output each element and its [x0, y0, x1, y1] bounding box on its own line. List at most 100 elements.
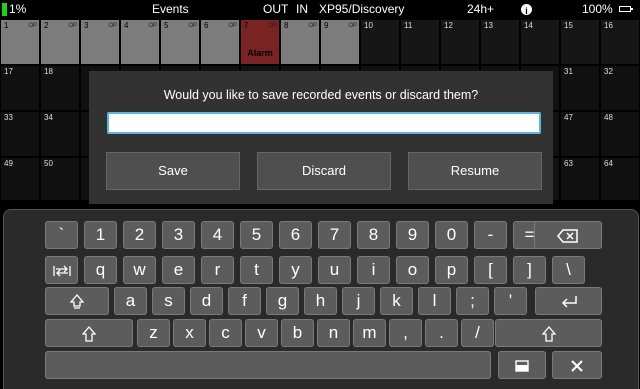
key-m[interactable]: m: [353, 319, 386, 347]
key-\[interactable]: \: [552, 256, 585, 284]
zone-number: 3: [84, 21, 89, 30]
key-a[interactable]: a: [114, 287, 147, 315]
key-b[interactable]: b: [281, 319, 314, 347]
key-u[interactable]: u: [318, 256, 351, 284]
key-k[interactable]: k: [380, 287, 413, 315]
zone-cell-alarm[interactable]: 7 OP Alarm: [240, 19, 280, 65]
key-7[interactable]: 7: [318, 221, 351, 249]
zone-cell[interactable]: 18: [40, 65, 80, 111]
zone-cell[interactable]: 12: [440, 19, 480, 65]
key-3[interactable]: 3: [162, 221, 195, 249]
key-1[interactable]: 1: [84, 221, 117, 249]
zone-cell[interactable]: 5 OP: [160, 19, 200, 65]
key-v[interactable]: v: [245, 319, 278, 347]
key-0[interactable]: 0: [435, 221, 468, 249]
key-g[interactable]: g: [266, 287, 299, 315]
resume-button[interactable]: Resume: [408, 152, 542, 190]
zone-cell[interactable]: 64: [600, 157, 640, 201]
key-r[interactable]: r: [201, 256, 234, 284]
zone-cell[interactable]: 11: [400, 19, 440, 65]
key-f[interactable]: f: [228, 287, 261, 315]
key-2[interactable]: 2: [123, 221, 156, 249]
dialog-text-input[interactable]: [107, 112, 541, 134]
key-[[interactable]: [: [474, 256, 507, 284]
enter-key[interactable]: [535, 287, 602, 315]
zone-cell[interactable]: 33: [0, 111, 40, 157]
key-e[interactable]: e: [162, 256, 195, 284]
backspace-key[interactable]: [534, 221, 602, 249]
zone-cell[interactable]: 8 OP: [280, 19, 320, 65]
caps-key[interactable]: [45, 287, 109, 315]
zone-number: 18: [44, 67, 53, 76]
key-i[interactable]: i: [357, 256, 390, 284]
key-h[interactable]: h: [304, 287, 337, 315]
tab-key[interactable]: [45, 256, 78, 284]
shift-icon: [81, 323, 97, 342]
out-label: OUT: [263, 2, 289, 16]
shift-key[interactable]: [45, 319, 133, 347]
zone-cell[interactable]: 1 OP: [0, 19, 40, 65]
key-5[interactable]: 5: [240, 221, 273, 249]
key-q[interactable]: q: [84, 256, 117, 284]
zone-cell[interactable]: 9 OP: [320, 19, 360, 65]
hide-keyboard-key[interactable]: [498, 351, 546, 379]
key-;[interactable]: ;: [456, 287, 489, 315]
key-8[interactable]: 8: [357, 221, 390, 249]
zone-number: 49: [4, 159, 13, 168]
key-j[interactable]: j: [342, 287, 375, 315]
save-button[interactable]: Save: [106, 152, 240, 190]
save-events-dialog: Would you like to save recorded events o…: [89, 71, 553, 204]
key--[interactable]: -: [474, 221, 507, 249]
zone-cell[interactable]: 3 OP: [80, 19, 120, 65]
zone-cell[interactable]: 15: [560, 19, 600, 65]
zone-number: 6: [204, 21, 209, 30]
op-label: OP: [228, 23, 237, 29]
zone-cell[interactable]: 14: [520, 19, 560, 65]
time-range: 24h+: [467, 2, 495, 16]
key-t[interactable]: t: [240, 256, 273, 284]
discard-button[interactable]: Discard: [257, 152, 391, 190]
zone-cell[interactable]: 4 OP: [120, 19, 160, 65]
info-icon[interactable]: i: [521, 4, 532, 16]
zone-cell[interactable]: 10: [360, 19, 400, 65]
key-d[interactable]: d: [190, 287, 223, 315]
close-key[interactable]: [552, 351, 602, 379]
key-x[interactable]: x: [173, 319, 206, 347]
zone-cell[interactable]: 34: [40, 111, 80, 157]
zone-cell[interactable]: 17: [0, 65, 40, 111]
key-c[interactable]: c: [209, 319, 242, 347]
key-.[interactable]: .: [425, 319, 458, 347]
zone-cell[interactable]: 50: [40, 157, 80, 201]
zone-cell[interactable]: 31: [560, 65, 600, 111]
zone-number: 12: [444, 21, 453, 30]
key-s[interactable]: s: [152, 287, 185, 315]
zone-cell[interactable]: 6 OP: [200, 19, 240, 65]
key-w[interactable]: w: [123, 256, 156, 284]
zone-cell[interactable]: 16: [600, 19, 640, 65]
key-,[interactable]: ,: [389, 319, 422, 347]
zone-cell[interactable]: 49: [0, 157, 40, 201]
space-key[interactable]: [45, 351, 491, 379]
key-y[interactable]: y: [279, 256, 312, 284]
zone-cell[interactable]: 63: [560, 157, 600, 201]
op-label: OP: [308, 23, 317, 29]
zone-cell[interactable]: 48: [600, 111, 640, 157]
backspace-icon: [557, 225, 579, 244]
key-z[interactable]: z: [137, 319, 170, 347]
key-/[interactable]: /: [461, 319, 494, 347]
zone-cell[interactable]: 13: [480, 19, 520, 65]
key-9[interactable]: 9: [396, 221, 429, 249]
shift-key[interactable]: [495, 319, 602, 347]
key-4[interactable]: 4: [201, 221, 234, 249]
zone-cell[interactable]: 2 OP: [40, 19, 80, 65]
key-][interactable]: ]: [513, 256, 546, 284]
key-o[interactable]: o: [396, 256, 429, 284]
key-n[interactable]: n: [317, 319, 350, 347]
key-p[interactable]: p: [435, 256, 468, 284]
key-`[interactable]: `: [45, 221, 78, 249]
zone-cell[interactable]: 32: [600, 65, 640, 111]
key-'[interactable]: ': [494, 287, 527, 315]
key-l[interactable]: l: [418, 287, 451, 315]
key-6[interactable]: 6: [279, 221, 312, 249]
zone-cell[interactable]: 47: [560, 111, 600, 157]
